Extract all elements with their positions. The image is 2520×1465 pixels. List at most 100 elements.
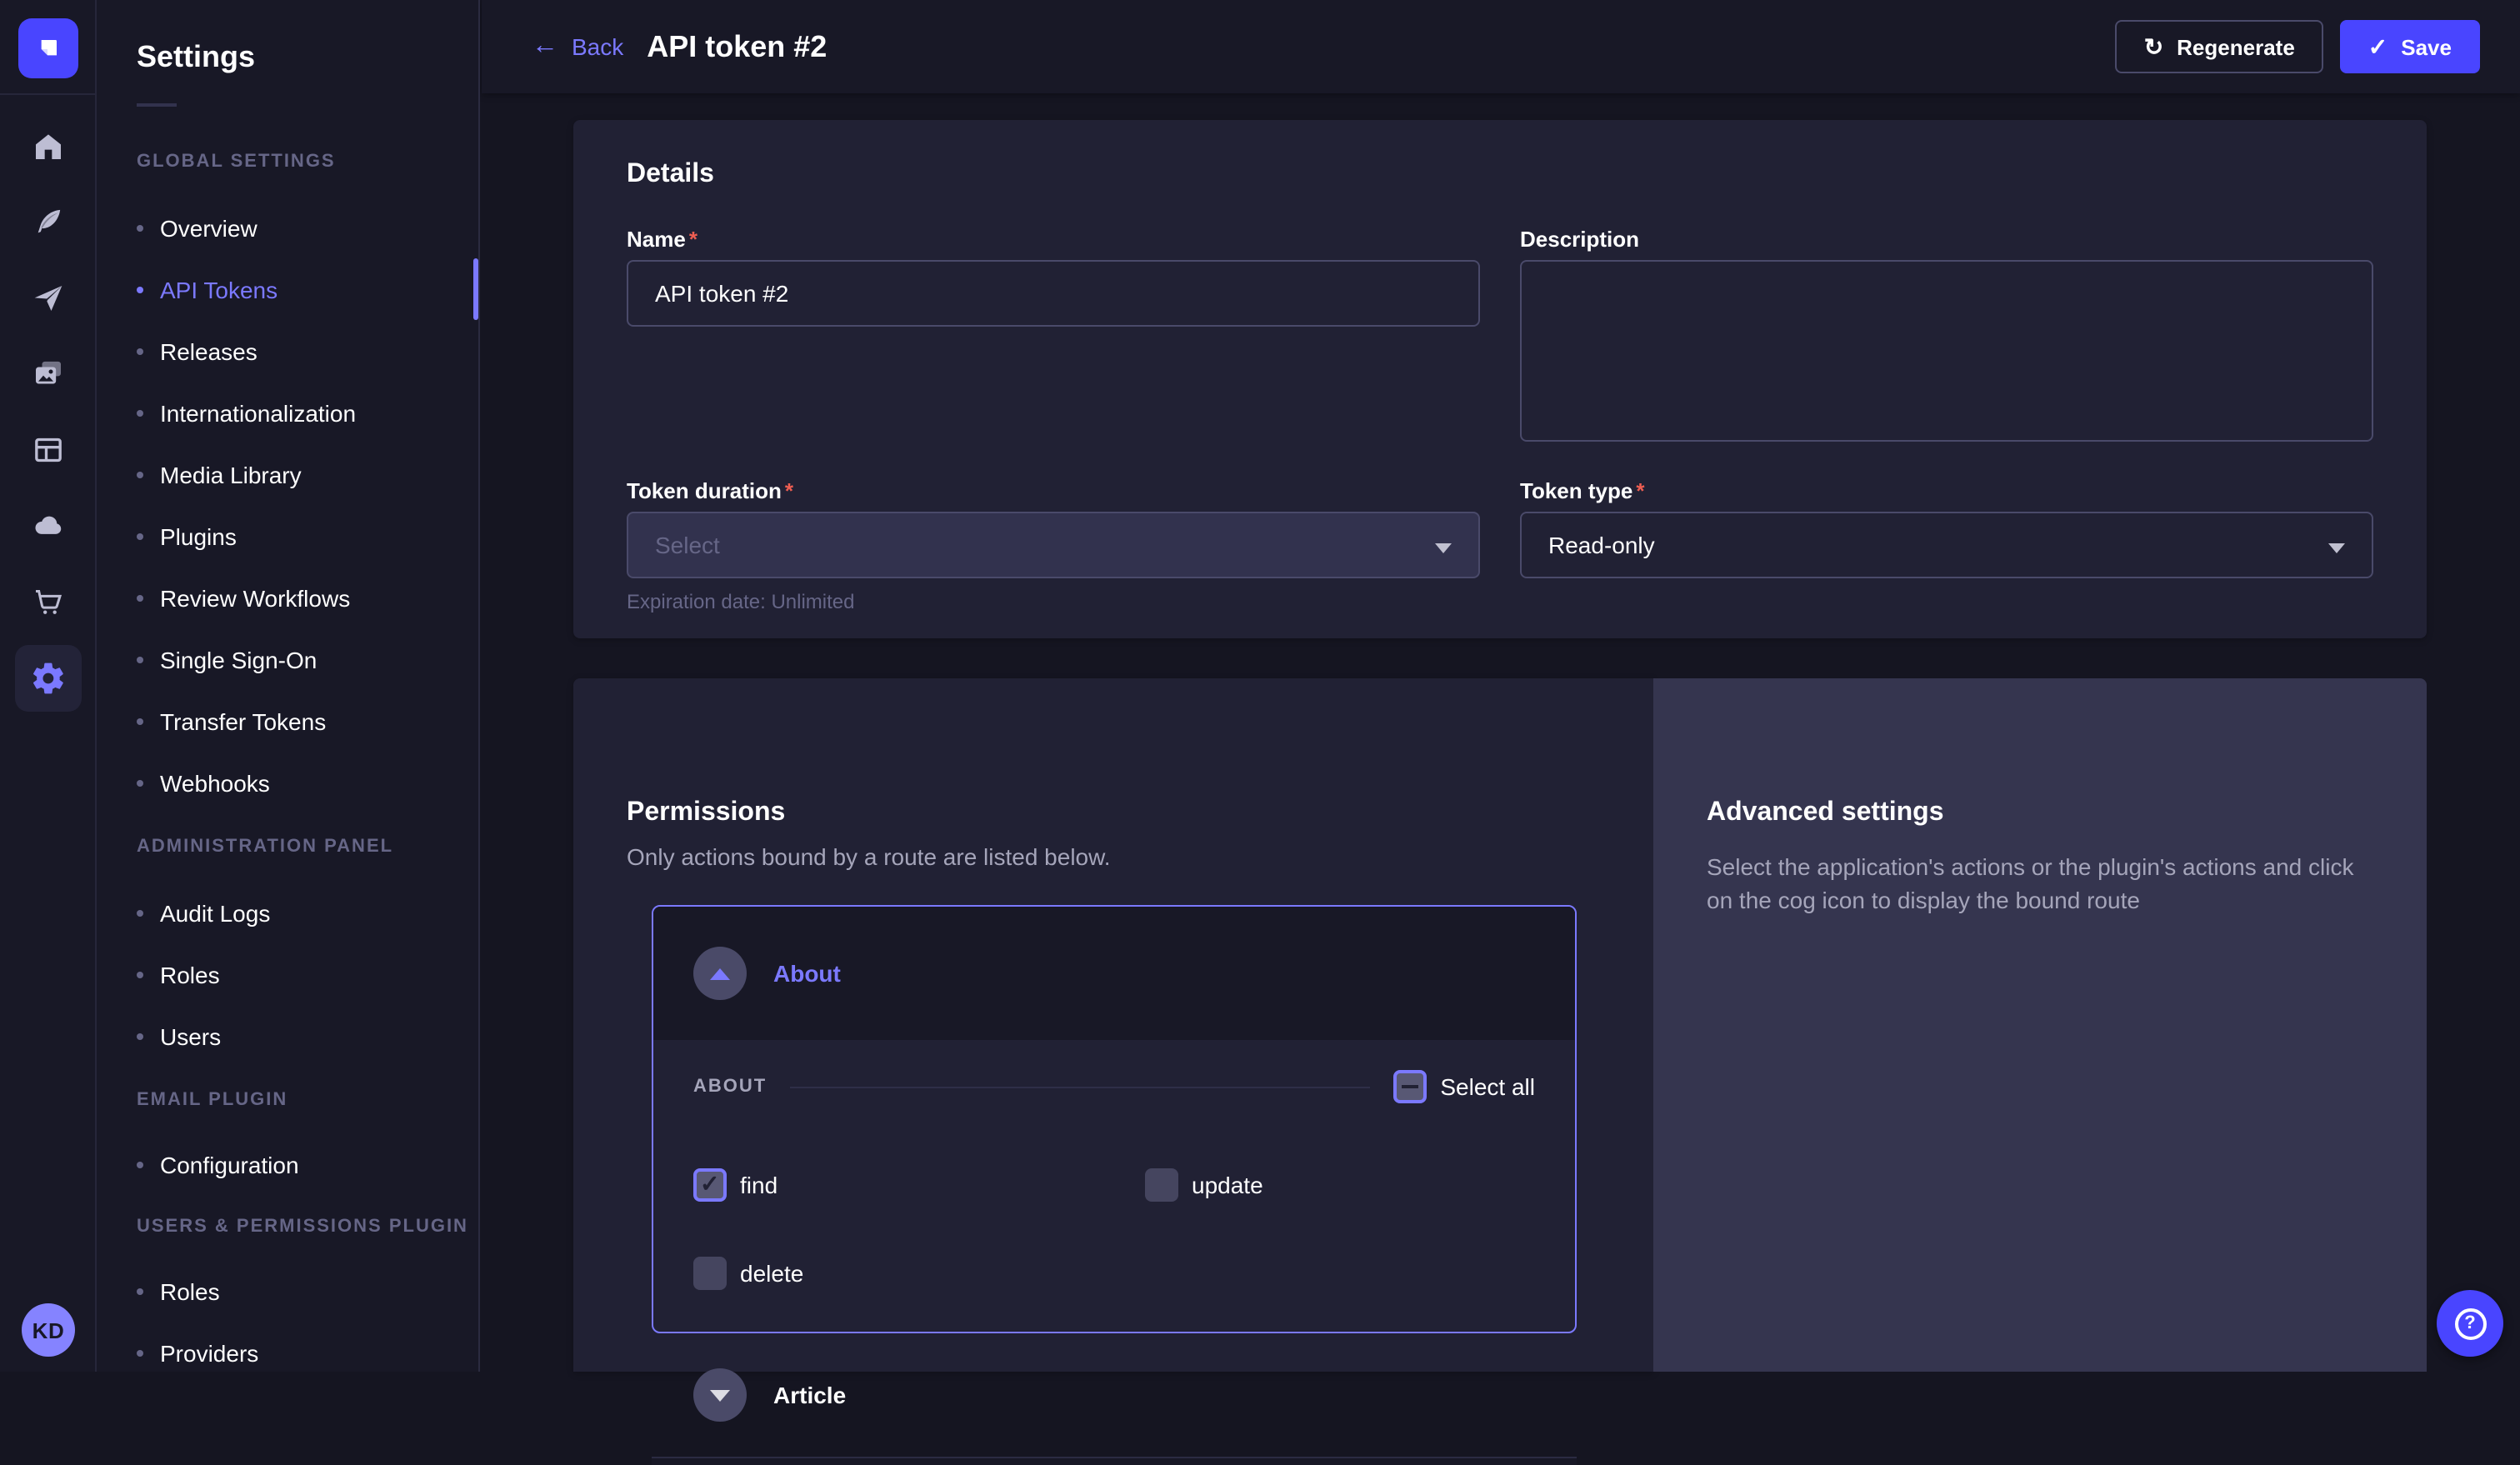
nav-media-library-icon[interactable] — [0, 353, 97, 393]
advanced-settings-panel: Advanced settings Select the application… — [1653, 678, 2427, 1372]
sidebar-item-label: Transfer Tokens — [160, 708, 326, 735]
sidebar-item-webhooks[interactable]: Webhooks — [137, 768, 270, 798]
header-actions: ↻ Regenerate ✓ Save — [2116, 20, 2480, 73]
sidebar-item-api-tokens[interactable]: API Tokens — [137, 275, 278, 305]
name-input[interactable]: API token #2 — [627, 260, 1480, 327]
description-textarea[interactable] — [1520, 260, 2373, 442]
token-type-label: Token type* — [1520, 478, 1644, 503]
sidebar-item-review-workflows[interactable]: Review Workflows — [137, 583, 350, 613]
bullet-dot — [137, 1288, 143, 1295]
details-title: Details — [627, 160, 2480, 190]
group-divider-line — [790, 1086, 1370, 1088]
expand-toggle-button[interactable] — [693, 1368, 747, 1422]
bullet-dot — [137, 1033, 143, 1040]
section-header-administration-panel: ADMINISTRATION PANEL — [137, 837, 393, 860]
sidebar-item-internationalization[interactable]: Internationalization — [137, 398, 356, 428]
sidebar-item-transfer-tokens[interactable]: Transfer Tokens — [137, 707, 326, 737]
save-button[interactable]: ✓ Save — [2340, 20, 2480, 73]
sidebar-item-label: Single Sign-On — [160, 647, 317, 673]
permission-delete[interactable]: delete — [693, 1257, 803, 1290]
sidebar-item-label: Releases — [160, 338, 258, 365]
sidebar-item-releases[interactable]: Releases — [137, 337, 258, 367]
find-checkbox[interactable] — [693, 1168, 727, 1202]
chevron-down-icon — [2328, 543, 2345, 553]
token-type-select[interactable]: Read-only — [1520, 512, 2373, 578]
sidebar-title: Settings — [137, 40, 255, 75]
nav-settings-item[interactable] — [15, 645, 82, 712]
nav-marketplace-icon[interactable] — [0, 582, 97, 622]
token-duration-placeholder: Select — [655, 532, 720, 558]
sidebar-item-admin-users[interactable]: Users — [137, 1022, 221, 1052]
back-label: Back — [572, 33, 623, 60]
token-duration-select[interactable]: Select — [627, 512, 1480, 578]
chevron-up-icon — [710, 968, 730, 979]
bullet-dot — [137, 225, 143, 232]
bullet-dot — [137, 472, 143, 478]
token-type-value: Read-only — [1548, 532, 1655, 558]
select-all-checkbox[interactable] — [1393, 1070, 1427, 1103]
sidebar-item-label: Roles — [160, 1278, 220, 1305]
permissions-card: Permissions Only actions bound by a rout… — [573, 678, 1653, 1372]
page-title: API token #2 — [647, 29, 827, 64]
save-label: Save — [2401, 34, 2452, 59]
sidebar-item-label: Review Workflows — [160, 585, 350, 612]
sidebar-item-label: Providers — [160, 1340, 258, 1367]
sidebar-item-email-configuration[interactable]: Configuration — [137, 1150, 299, 1180]
about-accordion: About ABOUT Select all find — [652, 905, 1577, 1333]
strapi-logo[interactable] — [18, 18, 78, 78]
bullet-dot — [137, 410, 143, 417]
expiration-hint: Expiration date: Unlimited — [627, 590, 854, 613]
find-label: find — [740, 1172, 778, 1198]
collapse-toggle-button[interactable] — [693, 947, 747, 1000]
sidebar-item-up-roles[interactable]: Roles — [137, 1277, 220, 1307]
update-checkbox[interactable] — [1145, 1168, 1178, 1202]
sidebar-item-admin-roles[interactable]: Roles — [137, 960, 220, 990]
bullet-dot — [137, 1162, 143, 1168]
bullet-dot — [137, 1350, 143, 1357]
sidebar-item-label: Webhooks — [160, 770, 270, 797]
delete-label: delete — [740, 1260, 803, 1287]
required-asterisk: * — [785, 478, 793, 503]
nav-releases-icon[interactable] — [0, 278, 97, 318]
delete-checkbox[interactable] — [693, 1257, 727, 1290]
about-accordion-header[interactable]: About — [653, 907, 1575, 1040]
nav-home-icon[interactable] — [0, 127, 97, 167]
about-accordion-title[interactable]: About — [773, 960, 841, 987]
main-nav-rail: KD — [0, 0, 97, 1372]
select-all-label: Select all — [1440, 1073, 1535, 1100]
section-header-email-plugin: EMAIL PLUGIN — [137, 1090, 288, 1113]
name-input-value: API token #2 — [655, 280, 788, 307]
bullet-dot — [137, 533, 143, 540]
token-duration-label-text: Token duration — [627, 478, 782, 503]
sidebar-item-media-library[interactable]: Media Library — [137, 460, 302, 490]
section-header-global-settings: GLOBAL SETTINGS — [137, 152, 336, 175]
sidebar-item-plugins[interactable]: Plugins — [137, 522, 237, 552]
permission-update[interactable]: update — [1145, 1168, 1263, 1202]
app-root: KD Settings GLOBAL SETTINGS Overview API… — [0, 0, 2520, 1372]
sidebar-item-up-providers[interactable]: Providers — [137, 1338, 258, 1368]
token-type-label-text: Token type — [1520, 478, 1632, 503]
bullet-dot — [137, 780, 143, 787]
sidebar-item-label: Media Library — [160, 462, 302, 488]
help-button[interactable]: ? — [2437, 1290, 2503, 1357]
nav-cloud-icon[interactable] — [0, 505, 97, 545]
nav-content-manager-icon[interactable] — [0, 430, 97, 470]
sidebar-item-single-sign-on[interactable]: Single Sign-On — [137, 645, 317, 675]
article-accordion-header[interactable]: Article — [652, 1368, 1577, 1422]
back-button[interactable]: ← Back — [532, 33, 623, 60]
update-label: update — [1192, 1172, 1263, 1198]
settings-sidebar: Settings GLOBAL SETTINGS Overview API To… — [97, 0, 480, 1372]
user-avatar[interactable]: KD — [22, 1303, 75, 1357]
select-all-control[interactable]: Select all — [1393, 1070, 1535, 1103]
permission-find[interactable]: find — [693, 1168, 778, 1202]
sidebar-item-audit-logs[interactable]: Audit Logs — [137, 898, 270, 928]
sidebar-item-label: Overview — [160, 215, 258, 242]
chevron-down-icon — [1435, 543, 1452, 553]
regenerate-button[interactable]: ↻ Regenerate — [2116, 20, 2323, 73]
next-accordion-peek — [652, 1458, 1577, 1465]
about-group-label: ABOUT — [693, 1077, 767, 1097]
article-accordion-title[interactable]: Article — [773, 1382, 846, 1408]
sidebar-item-overview[interactable]: Overview — [137, 213, 258, 243]
permissions-title: Permissions — [627, 798, 785, 828]
nav-content-builder-icon[interactable] — [0, 202, 97, 242]
